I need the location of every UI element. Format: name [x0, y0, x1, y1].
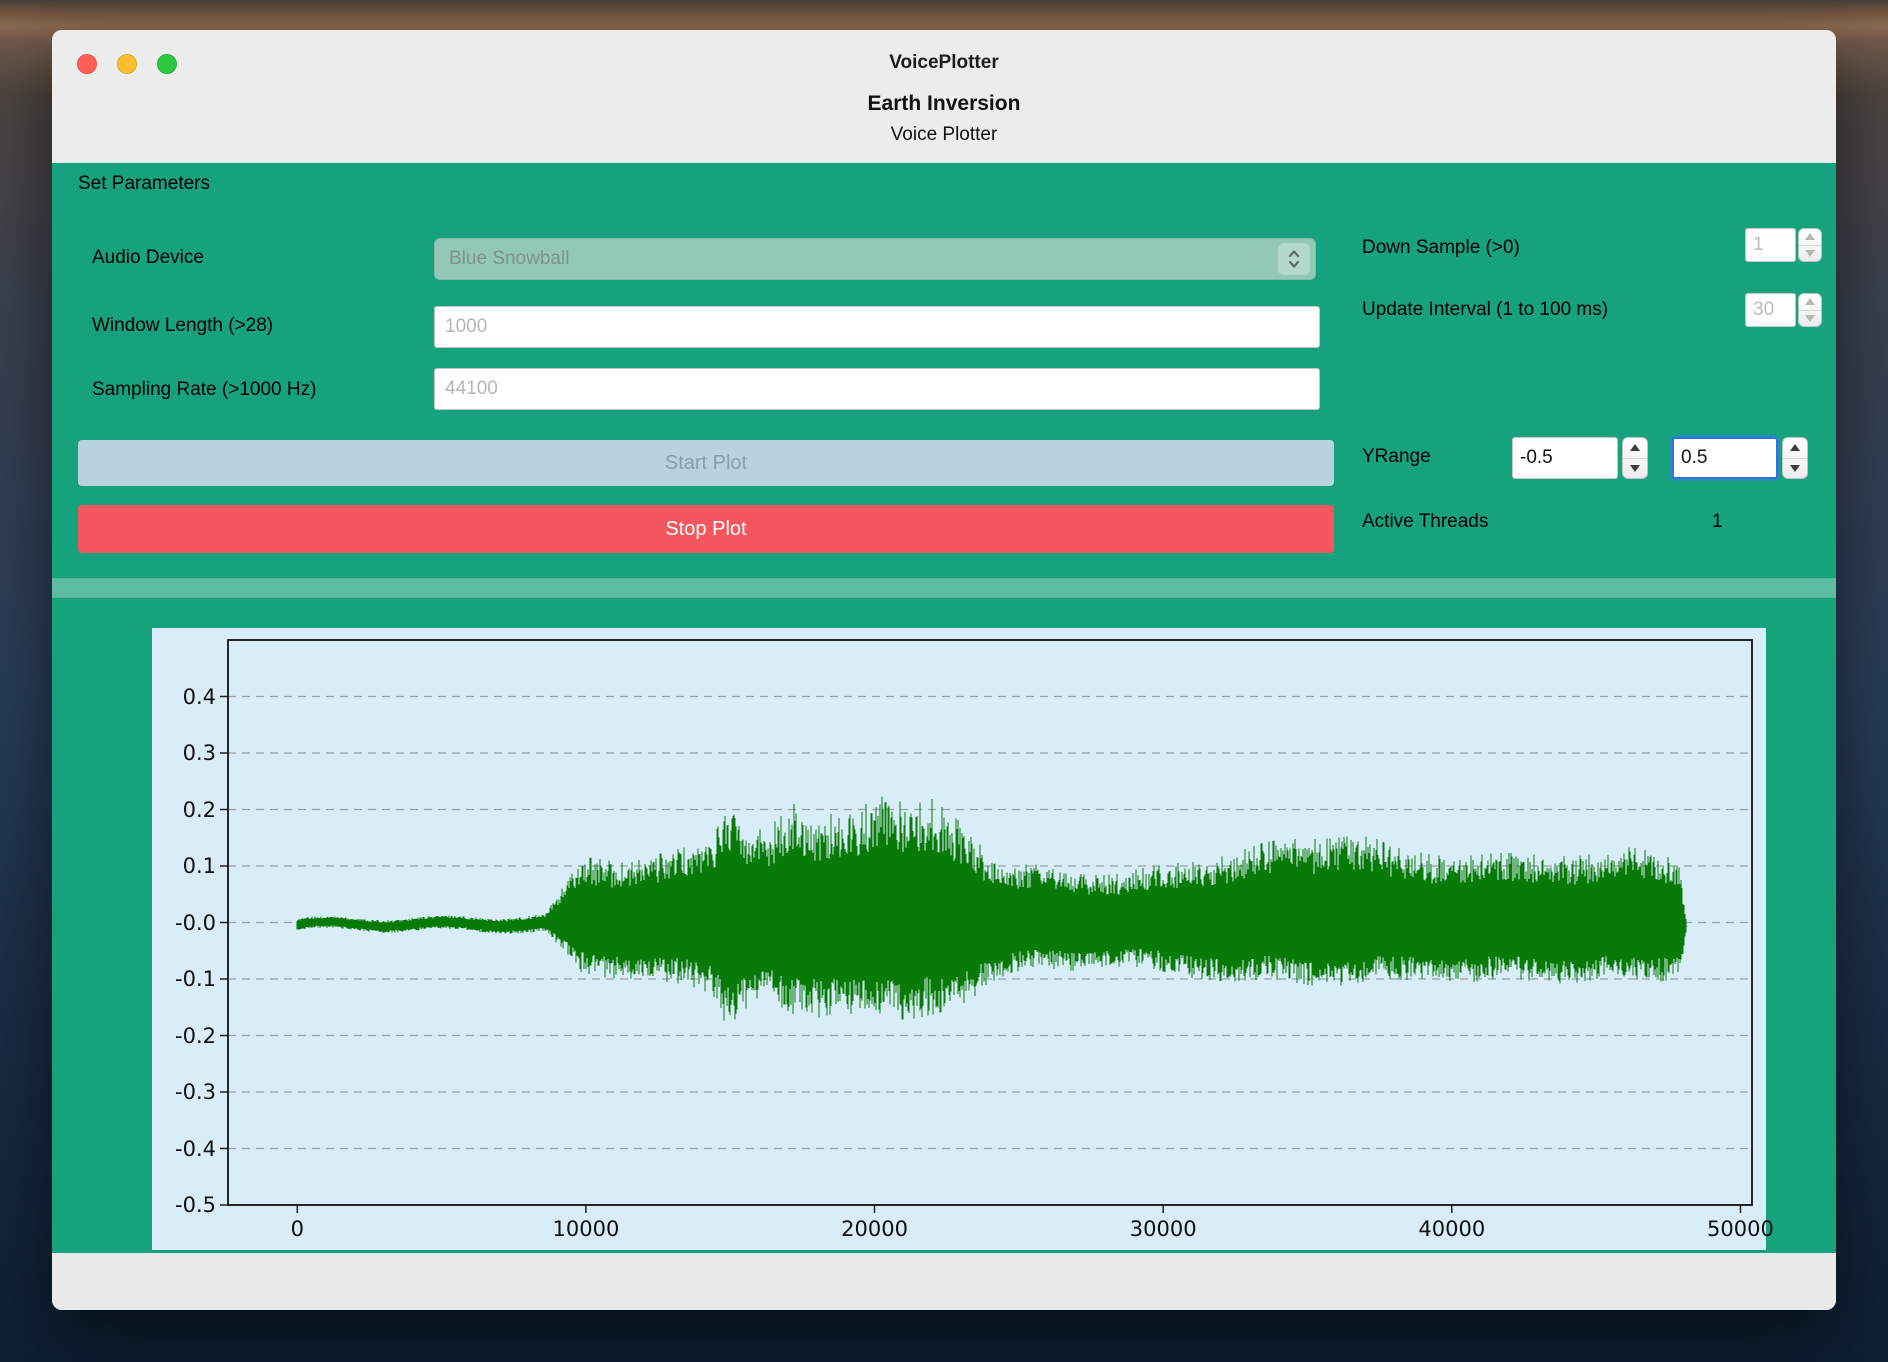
stepper-up-icon[interactable] — [1799, 229, 1821, 245]
waveform-plot — [228, 640, 1752, 1205]
active-threads-label: Active Threads — [1362, 511, 1488, 533]
x-tick-label: 30000 — [1130, 1217, 1197, 1241]
down-sample-input[interactable] — [1745, 228, 1796, 262]
update-interval-spinbox — [1745, 293, 1822, 327]
audio-device-label: Audio Device — [92, 247, 204, 269]
y-tick-label: -0.1 — [152, 965, 216, 993]
x-tick-label: 40000 — [1418, 1217, 1485, 1241]
stepper-up-icon[interactable] — [1799, 294, 1821, 310]
y-tick-label: -0.4 — [152, 1135, 216, 1163]
parameters-panel: Set Parameters Audio Device Blue Snowbal… — [52, 163, 1836, 1253]
stepper-down-icon[interactable] — [1783, 458, 1807, 479]
down-sample-spinbox — [1745, 228, 1822, 262]
stepper-down-icon[interactable] — [1623, 458, 1647, 479]
waveform-series — [297, 797, 1687, 1021]
start-plot-button[interactable]: Start Plot — [78, 440, 1334, 486]
audio-device-value: Blue Snowball — [449, 239, 569, 279]
window-titlebar: VoicePlotter Earth Inversion Voice Plott… — [52, 30, 1836, 163]
audio-device-select[interactable]: Blue Snowball — [434, 238, 1316, 280]
yrange-max-input[interactable] — [1672, 437, 1778, 479]
splitter-handle[interactable] — [52, 578, 1836, 598]
y-tick-label: -0.5 — [152, 1191, 216, 1219]
stop-plot-button[interactable]: Stop Plot — [78, 505, 1334, 553]
yrange-label: YRange — [1362, 446, 1431, 468]
y-tick-label: -0.2 — [152, 1022, 216, 1050]
y-tick-label: 0.1 — [152, 852, 216, 880]
x-tick-label: 10000 — [553, 1217, 620, 1241]
yrange-min-stepper[interactable] — [1622, 437, 1648, 479]
window-title: VoicePlotter — [52, 52, 1836, 74]
y-tick-label: -0.0 — [152, 909, 216, 937]
app-subheading: Voice Plotter — [52, 124, 1836, 146]
window-footer — [52, 1253, 1836, 1310]
update-interval-stepper[interactable] — [1798, 293, 1822, 327]
y-tick-label: 0.2 — [152, 796, 216, 824]
update-interval-label: Update Interval (1 to 100 ms) — [1362, 299, 1608, 321]
sampling-rate-label: Sampling Rate (>1000 Hz) — [92, 379, 316, 401]
x-tick-label: 0 — [291, 1217, 304, 1241]
y-tick-label: -0.3 — [152, 1078, 216, 1106]
yrange-min-input[interactable] — [1512, 437, 1618, 479]
updown-chevron-icon — [1278, 243, 1310, 275]
yrange-max-stepper[interactable] — [1782, 437, 1808, 479]
sampling-rate-input[interactable] — [434, 368, 1320, 410]
app-window: VoicePlotter Earth Inversion Voice Plott… — [52, 30, 1836, 1310]
app-heading: Earth Inversion — [52, 92, 1836, 116]
stepper-up-icon[interactable] — [1623, 438, 1647, 458]
down-sample-stepper[interactable] — [1798, 228, 1822, 262]
update-interval-input[interactable] — [1745, 293, 1796, 327]
x-tick-label: 50000 — [1707, 1217, 1774, 1241]
y-tick-label: 0.3 — [152, 739, 216, 767]
active-threads-value: 1 — [1712, 511, 1723, 533]
y-tick-label: 0.4 — [152, 683, 216, 711]
stepper-down-icon[interactable] — [1799, 310, 1821, 327]
stepper-up-icon[interactable] — [1783, 438, 1807, 458]
yrange-max-spinbox — [1672, 437, 1808, 479]
down-sample-label: Down Sample (>0) — [1362, 237, 1520, 259]
window-length-label: Window Length (>28) — [92, 315, 273, 337]
waveform-figure: 0.4 0.3 0.2 0.1 -0.0 -0.1 -0.2 -0.3 -0.4 -0.5 0 100… — [152, 628, 1766, 1250]
stepper-down-icon[interactable] — [1799, 245, 1821, 262]
x-tick-label: 20000 — [841, 1217, 908, 1241]
group-title: Set Parameters — [78, 173, 210, 195]
window-length-input[interactable] — [434, 306, 1320, 348]
yrange-min-spinbox — [1512, 437, 1648, 479]
